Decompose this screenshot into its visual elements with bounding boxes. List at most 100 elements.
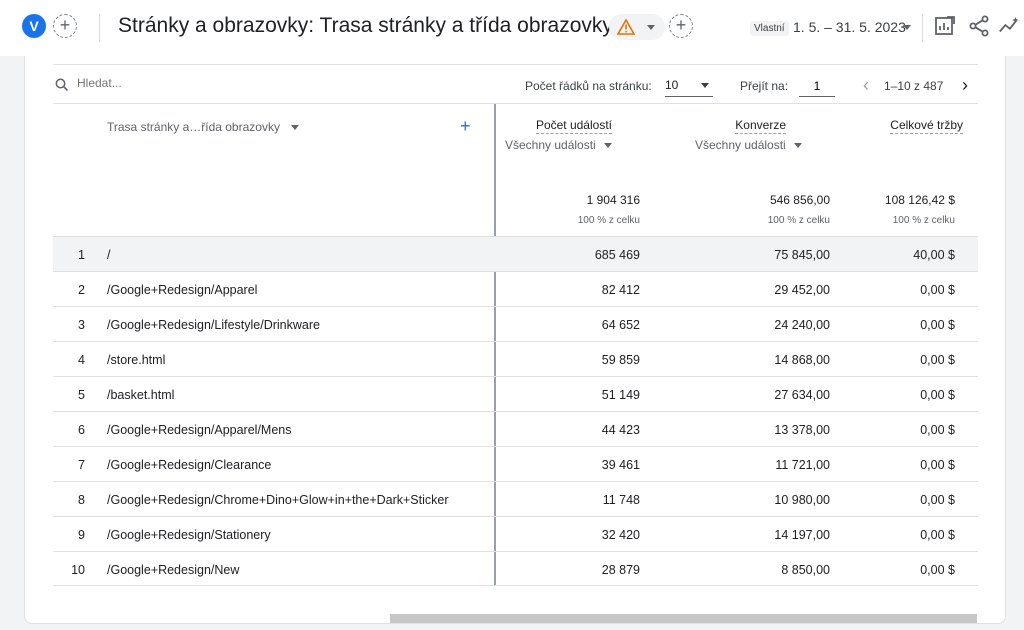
horizontal-scrollbar[interactable] bbox=[390, 614, 977, 623]
table-toolbar: Počet řádků na stránku: 10 Přejít na: ‹ … bbox=[53, 64, 978, 104]
row-revenue: 0,00 $ bbox=[920, 388, 955, 402]
search-input[interactable] bbox=[77, 76, 277, 90]
total-revenue: 108 126,42 $ bbox=[884, 193, 955, 207]
row-index: 3 bbox=[78, 318, 85, 332]
date-range[interactable]: 1. 5. – 31. 5. 2023 bbox=[793, 19, 906, 35]
divider bbox=[922, 14, 923, 42]
row-path: / bbox=[107, 248, 111, 262]
chevron-down-icon bbox=[647, 25, 655, 30]
rows-per-page-value: 10 bbox=[665, 78, 679, 92]
row-revenue: 0,00 $ bbox=[920, 318, 955, 332]
row-index: 2 bbox=[78, 283, 85, 297]
row-path: /Google+Redesign/Stationery bbox=[107, 528, 271, 542]
metric-header-conversions[interactable]: Konverze bbox=[735, 118, 786, 134]
chevron-down-icon[interactable] bbox=[903, 25, 911, 30]
row-path: /Google+Redesign/Clearance bbox=[107, 458, 272, 472]
metric-header-revenue[interactable]: Celkové tržby bbox=[890, 118, 963, 134]
table-row[interactable]: 1 / 685 469 75 845,00 40,00 $ bbox=[53, 236, 978, 271]
row-index: 6 bbox=[78, 423, 85, 437]
row-revenue: 0,00 $ bbox=[920, 528, 955, 542]
row-conversions: 8 850,00 bbox=[781, 563, 830, 577]
add-comparison-icon[interactable]: + bbox=[669, 14, 693, 38]
total-revenue-pct: 100 % z celku bbox=[892, 215, 955, 226]
chevron-left-icon[interactable]: ‹ bbox=[856, 75, 876, 97]
row-path: /Google+Redesign/New bbox=[107, 563, 240, 577]
warning-icon bbox=[617, 19, 635, 35]
avatar[interactable]: V bbox=[22, 14, 46, 38]
table-row[interactable]: 3/Google+Redesign/Lifestyle/Drinkware 64 … bbox=[53, 306, 978, 341]
row-path: /basket.html bbox=[107, 388, 175, 402]
chevron-down-icon bbox=[291, 125, 300, 131]
total-events: 1 904 316 bbox=[586, 193, 640, 207]
row-conversions: 11 721,00 bbox=[775, 458, 830, 472]
row-conversions: 10 980,00 bbox=[774, 493, 830, 507]
dimension-header-label: Trasa stránky a…řída obrazovky bbox=[107, 120, 280, 134]
rows-per-page-label: Počet řádků na stránku: bbox=[525, 79, 652, 93]
row-path: /Google+Redesign/Apparel/Mens bbox=[107, 423, 292, 437]
table-row[interactable]: 8/Google+Redesign/Chrome+Dino+Glow+in+th… bbox=[53, 481, 978, 516]
table-row[interactable]: 2/Google+Redesign/Apparel 82 412 29 452,00… bbox=[53, 271, 978, 306]
row-conversions: 14 868,00 bbox=[774, 353, 830, 367]
divider bbox=[99, 14, 100, 42]
metric-filter-conversions[interactable]: Všechny události bbox=[695, 138, 802, 152]
row-path: /Google+Redesign/Chrome+Dino+Glow+in+the… bbox=[107, 493, 449, 507]
row-events: 11 748 bbox=[602, 493, 640, 507]
table-row[interactable]: 6/Google+Redesign/Apparel/Mens 44 423 13 3… bbox=[53, 411, 978, 446]
row-events: 32 420 bbox=[601, 528, 640, 542]
add-dimension-icon[interactable]: + bbox=[460, 116, 471, 137]
row-events: 82 412 bbox=[601, 283, 640, 297]
chevron-down-icon bbox=[793, 143, 802, 149]
rows-per-page-select[interactable]: 10 bbox=[665, 75, 713, 97]
table-row[interactable]: 7/Google+Redesign/Clearance 39 461 11 721,… bbox=[53, 446, 978, 481]
row-index: 10 bbox=[71, 563, 85, 577]
row-events: 64 652 bbox=[601, 318, 640, 332]
row-revenue: 0,00 $ bbox=[920, 493, 955, 507]
metric-header-events[interactable]: Počet událostí bbox=[535, 118, 612, 134]
top-bar: V + Stránky a obrazovky: Trasa stránky a… bbox=[0, 0, 1024, 56]
row-conversions: 75 845,00 bbox=[774, 248, 830, 262]
total-events-pct: 100 % z celku bbox=[577, 215, 640, 226]
row-events: 59 859 bbox=[601, 353, 640, 367]
row-revenue: 0,00 $ bbox=[920, 353, 955, 367]
add-comparison-icon[interactable]: + bbox=[53, 14, 77, 38]
dimension-header[interactable]: Trasa stránky a…řída obrazovky bbox=[107, 120, 300, 134]
customize-report-icon[interactable] bbox=[933, 14, 957, 38]
warning-dropdown[interactable] bbox=[609, 14, 665, 40]
share-icon[interactable] bbox=[967, 14, 991, 38]
table-row[interactable]: 4/store.html 59 859 14 868,00 0,00 $ bbox=[53, 341, 978, 376]
table-row[interactable]: 9/Google+Redesign/Stationery 32 420 14 197… bbox=[53, 516, 978, 551]
metric-filter-events[interactable]: Všechny události bbox=[505, 138, 612, 152]
row-conversions: 24 240,00 bbox=[774, 318, 830, 332]
row-events: 39 461 bbox=[601, 458, 640, 472]
divider bbox=[53, 585, 978, 586]
row-path: /Google+Redesign/Lifestyle/Drinkware bbox=[107, 318, 320, 332]
row-revenue: 0,00 $ bbox=[920, 563, 955, 577]
table-row[interactable]: 5/basket.html 51 149 27 634,00 0,00 $ bbox=[53, 376, 978, 411]
row-revenue: 0,00 $ bbox=[920, 458, 955, 472]
search-icon bbox=[55, 78, 69, 92]
row-conversions: 27 634,00 bbox=[774, 388, 830, 402]
total-conversions: 546 856,00 bbox=[769, 193, 830, 207]
total-conversions-pct: 100 % z celku bbox=[767, 215, 830, 226]
insights-icon[interactable] bbox=[998, 14, 1020, 38]
row-index: 5 bbox=[78, 388, 85, 402]
chevron-down-icon bbox=[701, 83, 709, 88]
row-index: 9 bbox=[78, 528, 85, 542]
date-preset-chip[interactable]: Vlastní bbox=[750, 21, 789, 36]
goto-page-input[interactable] bbox=[799, 75, 835, 97]
row-path: /store.html bbox=[107, 353, 166, 367]
table-row[interactable]: 10/Google+Redesign/New 28 879 8 850,00 0,00… bbox=[53, 551, 978, 586]
row-events: 51 149 bbox=[601, 388, 640, 402]
row-path: /Google+Redesign/Apparel bbox=[107, 283, 258, 297]
row-events: 685 469 bbox=[594, 248, 640, 262]
chevron-down-icon bbox=[603, 143, 612, 149]
row-conversions: 13 378,00 bbox=[774, 423, 830, 437]
chevron-right-icon[interactable]: › bbox=[955, 75, 975, 97]
row-index: 7 bbox=[78, 458, 85, 472]
row-index: 8 bbox=[78, 493, 85, 507]
page-title: Stránky a obrazovky: Trasa stránky a tří… bbox=[118, 14, 613, 37]
row-conversions: 14 197,00 bbox=[774, 528, 830, 542]
row-revenue: 40,00 $ bbox=[913, 248, 955, 262]
row-revenue: 0,00 $ bbox=[920, 423, 955, 437]
row-conversions: 29 452,00 bbox=[774, 283, 830, 297]
